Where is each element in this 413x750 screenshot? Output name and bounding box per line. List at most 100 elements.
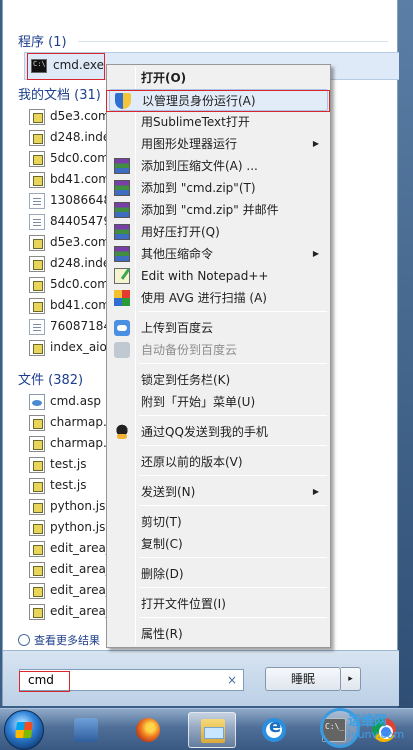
js-file-icon	[29, 604, 45, 620]
document-item[interactable]: d248.index	[27, 127, 111, 148]
sleep-button[interactable]: 睡眠	[265, 667, 341, 691]
item-label: 76087184	[50, 319, 111, 333]
see-more-label: 查看更多结果	[34, 634, 100, 647]
menu-separator	[139, 617, 327, 618]
menu-item[interactable]: 还原以前的版本(V)	[109, 451, 328, 473]
file-item[interactable]: python.js	[27, 496, 111, 517]
menu-item-label: Edit with Notepad++	[141, 269, 269, 283]
document-item[interactable]: bd41.com	[27, 295, 111, 316]
menu-item[interactable]: 打开(O)	[109, 67, 328, 89]
menu-item[interactable]: 发送到(N) ▶	[109, 481, 328, 503]
file-item[interactable]: edit_area_	[27, 559, 111, 580]
file-item[interactable]: cmd.asp	[27, 391, 111, 412]
menu-item[interactable]: 上传到百度云	[109, 317, 328, 339]
document-item[interactable]: bd41.com	[27, 169, 111, 190]
clear-search-icon[interactable]: ×	[227, 673, 237, 687]
document-item[interactable]: index_aio_	[27, 337, 111, 358]
document-item[interactable]: d5e3.com	[27, 232, 111, 253]
file-item[interactable]: edit_area_	[27, 601, 111, 622]
document-item[interactable]: d248.index	[27, 253, 111, 274]
menu-separator	[139, 363, 327, 364]
power-options-arrow[interactable]: ▸	[341, 667, 361, 691]
document-item[interactable]: 76087184	[27, 316, 111, 337]
menu-item[interactable]: 用图形处理器运行 ▶	[109, 133, 328, 155]
menu-item[interactable]: 附到「开始」菜单(U)	[109, 391, 328, 413]
menu-item[interactable]: 锁定到任务栏(K)	[109, 369, 328, 391]
document-item[interactable]: 5dc0.com	[27, 274, 111, 295]
menu-item[interactable]: 打开文件位置(I)	[109, 593, 328, 615]
highlight-box	[19, 671, 70, 692]
file-item[interactable]: edit_area_	[27, 580, 111, 601]
menu-item[interactable]: 剪切(T)	[109, 511, 328, 533]
menu-item[interactable]: 其他压缩命令 ▶	[109, 243, 328, 265]
file-item[interactable]: charmap.	[27, 412, 111, 433]
menu-item[interactable]: 添加到 "cmd.zip"(T)	[109, 177, 328, 199]
firefox-icon	[136, 718, 160, 742]
taskbar-button-cmd[interactable]	[310, 712, 358, 748]
menu-item[interactable]: 使用 AVG 进行扫描 (A)	[109, 287, 328, 309]
winrar-icon	[114, 202, 130, 218]
document-item[interactable]: 5dc0.com	[27, 148, 111, 169]
item-label: python.js	[50, 520, 106, 534]
menu-item[interactable]: 用好压打开(Q)	[109, 221, 328, 243]
menu-item: 自动备份到百度云	[109, 339, 328, 361]
winrar-icon	[114, 158, 130, 174]
document-icon	[29, 319, 45, 335]
item-label: bd41.com	[50, 298, 110, 312]
windows-orb-icon[interactable]	[4, 710, 44, 750]
document-icon	[29, 214, 45, 230]
item-label: charmap.	[50, 436, 107, 450]
group-divider	[78, 41, 388, 42]
winrar-icon	[114, 224, 130, 240]
item-label: d248.index	[50, 256, 111, 270]
taskbar-button-ie[interactable]	[250, 712, 298, 748]
qq-icon	[114, 424, 130, 440]
file-item[interactable]: edit_area_	[27, 538, 111, 559]
menu-item-label: 其他压缩命令	[141, 247, 214, 261]
document-item[interactable]: 13086648	[27, 190, 111, 211]
menu-item[interactable]: 通过QQ发送到我的手机	[109, 421, 328, 443]
menu-item[interactable]: 复制(C)	[109, 533, 328, 555]
js-file-icon	[29, 436, 45, 452]
submenu-arrow-icon: ▶	[312, 249, 319, 258]
see-more-results-link[interactable]: 查看更多结果	[18, 632, 100, 648]
menu-item-label: 上传到百度云	[141, 321, 214, 335]
menu-separator	[139, 415, 327, 416]
menu-item-label: 复制(C)	[141, 537, 183, 551]
menu-item-label: 属性(R)	[141, 627, 183, 641]
document-icon	[29, 193, 45, 209]
menu-item[interactable]: Edit with Notepad++	[109, 265, 328, 287]
item-label: edit_area_	[50, 604, 111, 618]
file-item[interactable]: test.js	[27, 475, 111, 496]
menu-separator	[139, 505, 327, 506]
item-label: 13086648	[50, 193, 111, 207]
search-icon	[18, 634, 30, 646]
menu-item-label: 锁定到任务栏(K)	[141, 373, 231, 387]
file-item[interactable]: python.js	[27, 517, 111, 538]
menu-item[interactable]: 删除(D)	[109, 563, 328, 585]
js-file-icon	[29, 457, 45, 473]
menu-item[interactable]: 属性(R)	[109, 623, 328, 645]
menu-item[interactable]: 用SublimeText打开	[109, 111, 328, 133]
item-label: edit_area_	[50, 541, 111, 555]
file-item[interactable]: test.js	[27, 454, 111, 475]
js-file-icon	[29, 172, 45, 188]
menu-item[interactable]: 添加到压缩文件(A) ...	[109, 155, 328, 177]
taskbar-button-chrome[interactable]	[360, 712, 408, 748]
item-label: test.js	[50, 457, 87, 471]
item-label: index_aio_	[50, 340, 111, 354]
taskbar-button-explorer[interactable]	[188, 712, 236, 748]
js-file-icon	[29, 277, 45, 293]
files-group-title[interactable]: 文件 (382)	[18, 369, 83, 388]
document-item[interactable]: d5e3.com	[27, 106, 111, 127]
taskbar-button-network-app[interactable]	[62, 712, 110, 748]
taskbar-button-firefox[interactable]	[124, 712, 172, 748]
highlight-box	[27, 53, 105, 80]
documents-group-title[interactable]: 我的文档 (31)	[18, 84, 101, 103]
item-label: d5e3.com	[50, 235, 110, 249]
menu-item[interactable]: 添加到 "cmd.zip" 并邮件	[109, 199, 328, 221]
file-item[interactable]: charmap.	[27, 433, 111, 454]
programs-group-title[interactable]: 程序 (1)	[18, 31, 67, 50]
winrar-icon	[114, 180, 130, 196]
document-item[interactable]: 84405479	[27, 211, 111, 232]
